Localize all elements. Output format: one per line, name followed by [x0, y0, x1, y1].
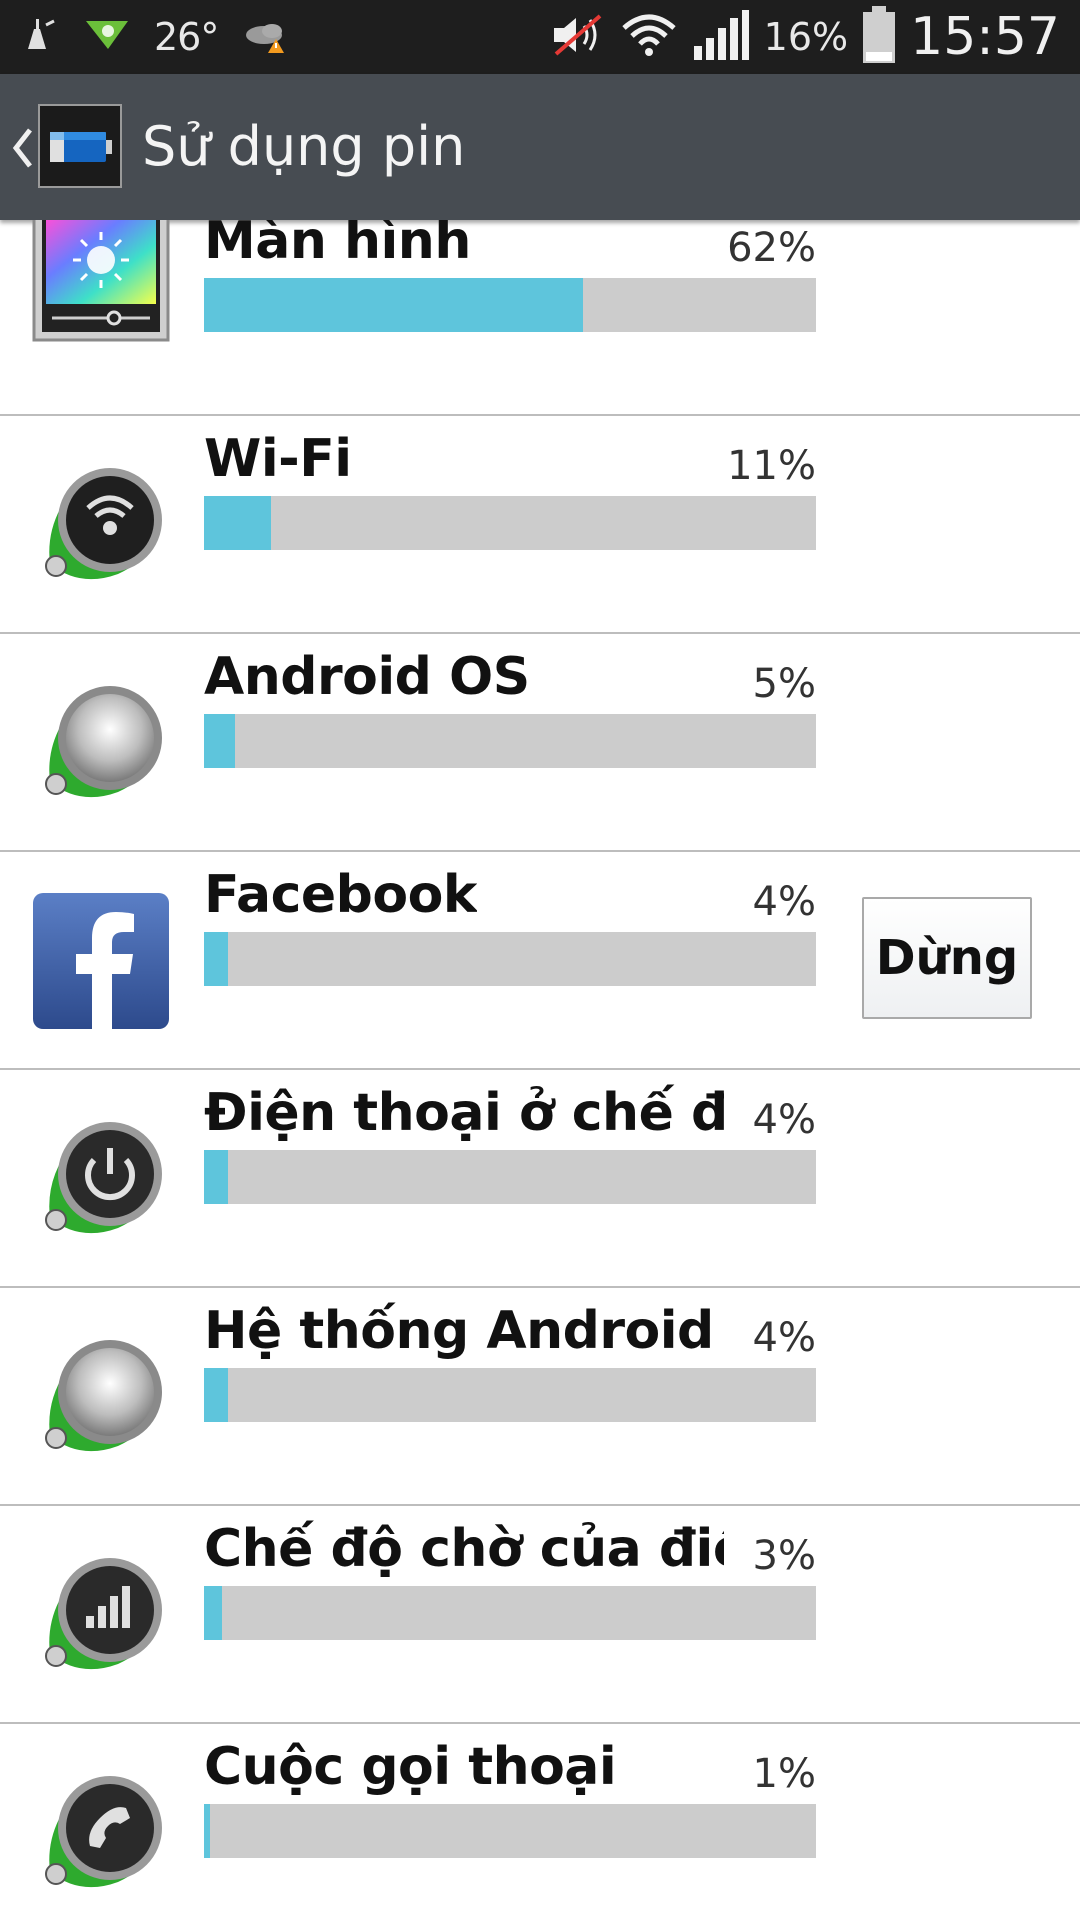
usage-bar-track — [204, 1586, 816, 1640]
android-system-icon — [30, 1326, 172, 1468]
status-bar-left: 26° — [20, 0, 292, 74]
status-bar-right: 16% 15:57 — [550, 0, 1060, 74]
facebook-icon — [30, 890, 172, 1032]
list-item-label: Cuộc gọi thoại — [204, 1737, 617, 1797]
list-item-facebook[interactable]: Facebook 4% Dừng — [0, 852, 1080, 1070]
list-item-percent: 62% — [727, 225, 816, 271]
page-title: Sử dụng pin — [142, 115, 466, 178]
usage-bar-track — [204, 714, 816, 768]
list-item-label: Màn hình — [204, 220, 471, 271]
back-chevron-icon[interactable] — [8, 124, 38, 172]
usage-bar-track — [204, 278, 816, 332]
usage-bar-fill — [204, 496, 272, 550]
battery-percent-text: 16% — [763, 15, 849, 59]
weather-icon — [242, 15, 292, 59]
battery-app-icon[interactable] — [38, 104, 122, 188]
wifi-app-icon — [30, 454, 172, 596]
temperature-text: 26° — [154, 15, 219, 59]
usage-bar-track — [204, 1150, 816, 1204]
list-item-percent: 3% — [752, 1533, 816, 1579]
usage-bar-fill — [204, 1586, 223, 1640]
usage-bar-fill — [204, 1368, 229, 1422]
cleaner-icon — [20, 15, 60, 59]
list-item-label: Chế độ chờ của điệ... — [204, 1519, 724, 1579]
signal-icon — [692, 8, 750, 66]
list-item-percent: 11% — [727, 443, 816, 489]
list-item-percent: 4% — [752, 1315, 816, 1361]
wifi-icon — [620, 12, 678, 62]
list-item-label: Facebook — [204, 865, 477, 925]
list-item-wifi[interactable]: Wi-Fi 11% — [0, 416, 1080, 634]
list-item-android-os[interactable]: Android OS 5% — [0, 634, 1080, 852]
list-item-voice-call[interactable]: Cuộc gọi thoại 1% — [0, 1724, 1080, 1920]
list-item-display[interactable]: Màn hình 62% — [0, 220, 1080, 416]
android-os-icon — [30, 672, 172, 814]
list-item-percent: 5% — [752, 661, 816, 707]
airdroid-icon — [84, 15, 130, 59]
list-item-label: Android OS — [204, 647, 530, 707]
clock-text: 15:57 — [910, 7, 1060, 67]
stop-button[interactable]: Dừng — [862, 897, 1032, 1019]
list-item-percent: 4% — [752, 879, 816, 925]
usage-bar-track — [204, 496, 816, 550]
action-bar: Sử dụng pin — [0, 74, 1080, 220]
usage-bar-fill — [204, 1804, 211, 1858]
list-item-label: Hệ thống Android — [204, 1301, 714, 1361]
usage-bar-fill — [204, 1150, 229, 1204]
cell-standby-icon — [30, 1544, 172, 1686]
list-item-phone-idle[interactable]: Điện thoại ở chế độ... 4% — [0, 1070, 1080, 1288]
list-item-android-system[interactable]: Hệ thống Android 4% — [0, 1288, 1080, 1506]
usage-bar-fill — [204, 278, 584, 332]
usage-bar-track — [204, 1804, 816, 1858]
battery-usage-list: Màn hình 62% Wi-Fi 11% Android OS 5% Fac… — [0, 220, 1080, 1920]
list-item-cell-standby[interactable]: Chế độ chờ của điệ... 3% — [0, 1506, 1080, 1724]
status-bar: 26° 16% 15:57 — [0, 0, 1080, 74]
usage-bar-track — [204, 1368, 816, 1422]
power-icon — [30, 1108, 172, 1250]
voice-call-icon — [30, 1762, 172, 1904]
battery-icon — [862, 6, 896, 68]
usage-bar-fill — [204, 932, 229, 986]
usage-bar-fill — [204, 714, 235, 768]
usage-bar-track — [204, 932, 816, 986]
list-item-percent: 1% — [752, 1751, 816, 1797]
mute-icon — [550, 12, 606, 62]
list-item-label: Điện thoại ở chế độ... — [204, 1083, 724, 1143]
list-item-label: Wi-Fi — [204, 429, 352, 489]
display-brightness-icon — [30, 220, 172, 344]
list-item-percent: 4% — [752, 1097, 816, 1143]
